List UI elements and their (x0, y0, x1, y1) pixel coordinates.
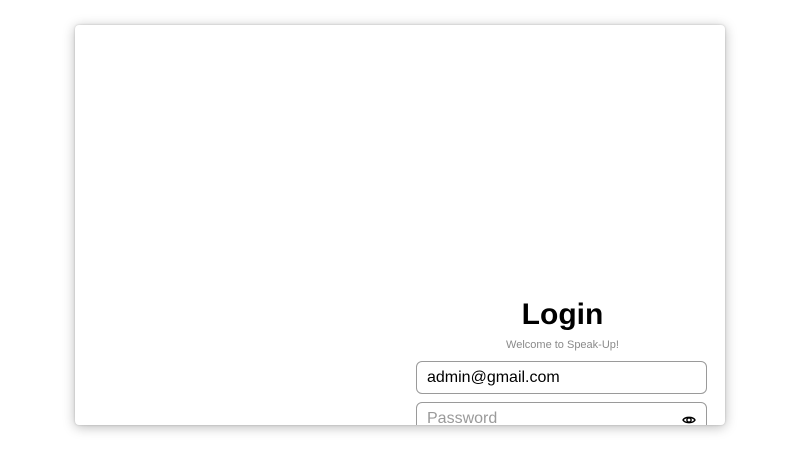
password-field[interactable] (417, 403, 706, 425)
welcome-subtitle: Welcome to Speak-Up! (506, 339, 619, 351)
login-title: Login (521, 298, 604, 331)
email-field-wrapper (416, 361, 707, 394)
login-form: Login Welcome to Speak-Up! (416, 298, 709, 425)
email-field[interactable] (417, 362, 706, 393)
eye-icon[interactable] (682, 414, 696, 425)
password-field-wrapper (416, 402, 707, 425)
app-window: Login Welcome to Speak-Up! (75, 25, 725, 425)
